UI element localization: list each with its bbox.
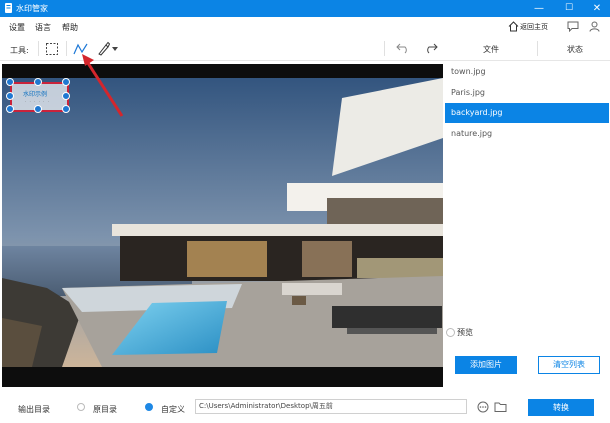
- chat-icon[interactable]: [567, 21, 579, 32]
- folder-icon[interactable]: [494, 401, 507, 413]
- chevron-down-icon[interactable]: [112, 47, 118, 51]
- toolbar-divider: [66, 41, 67, 56]
- resize-handle[interactable]: [34, 78, 42, 86]
- menu-language[interactable]: 语言: [35, 22, 51, 33]
- resize-handle[interactable]: [62, 105, 70, 113]
- file-item[interactable]: town.jpg: [445, 62, 609, 82]
- more-options-icon[interactable]: [477, 401, 489, 413]
- user-icon[interactable]: [589, 21, 600, 32]
- resize-handle[interactable]: [34, 105, 42, 113]
- custom-dir-label: 自定义: [161, 405, 185, 414]
- select-rectangle-icon[interactable]: [45, 42, 59, 56]
- clear-list-button[interactable]: 清空列表: [538, 356, 600, 374]
- resize-handle[interactable]: [62, 92, 70, 100]
- file-list: town.jpg Paris.jpg backyard.jpg nature.j…: [445, 60, 609, 360]
- convert-button[interactable]: 转换: [528, 399, 594, 416]
- file-item[interactable]: nature.jpg: [445, 124, 609, 144]
- original-dir-radio[interactable]: [77, 403, 85, 411]
- window-title: 水印管家: [16, 4, 48, 13]
- add-image-button[interactable]: 添加图片: [455, 356, 517, 374]
- return-home-link[interactable]: 返回主页: [520, 22, 548, 32]
- image-canvas[interactable]: 水印示例 · · · · · ·: [2, 64, 443, 387]
- resize-handle[interactable]: [6, 78, 14, 86]
- preview-label: 预览: [457, 328, 473, 337]
- toolbar-divider: [384, 41, 385, 56]
- watermark-title: 水印示例: [23, 91, 48, 98]
- undo-icon[interactable]: [396, 42, 410, 54]
- file-item-selected[interactable]: backyard.jpg: [445, 103, 609, 123]
- title-bar: 水印管家 — ☐ ✕: [0, 0, 610, 17]
- output-path-input[interactable]: C:\Users\Administrator\Desktop\周五前: [195, 399, 467, 414]
- close-button[interactable]: ✕: [582, 0, 610, 17]
- preview-image: [2, 78, 443, 367]
- resize-handle[interactable]: [6, 92, 14, 100]
- resize-handle[interactable]: [62, 78, 70, 86]
- redo-icon[interactable]: [424, 42, 438, 54]
- status-column-header: 状态: [567, 45, 583, 54]
- toolbar-divider: [38, 41, 39, 56]
- app-icon: [5, 3, 12, 13]
- original-dir-label: 原目录: [93, 405, 117, 414]
- output-dir-label: 输出目录: [18, 405, 50, 414]
- menu-settings[interactable]: 设置: [9, 22, 25, 33]
- file-item[interactable]: Paris.jpg: [445, 83, 609, 103]
- maximize-button[interactable]: ☐: [554, 0, 584, 17]
- tools-label: 工具:: [10, 46, 29, 55]
- menu-help[interactable]: 帮助: [62, 22, 78, 33]
- home-icon[interactable]: [508, 21, 519, 32]
- files-column-header: 文件: [483, 45, 499, 54]
- custom-dir-radio[interactable]: [145, 403, 153, 411]
- minimize-button[interactable]: —: [524, 0, 554, 17]
- annotation-arrow-icon: [82, 54, 124, 117]
- resize-handle[interactable]: [6, 105, 14, 113]
- preview-checkbox[interactable]: [446, 328, 455, 337]
- watermark-subtitle: · · · · · ·: [25, 99, 50, 104]
- toolbar-divider: [537, 41, 538, 56]
